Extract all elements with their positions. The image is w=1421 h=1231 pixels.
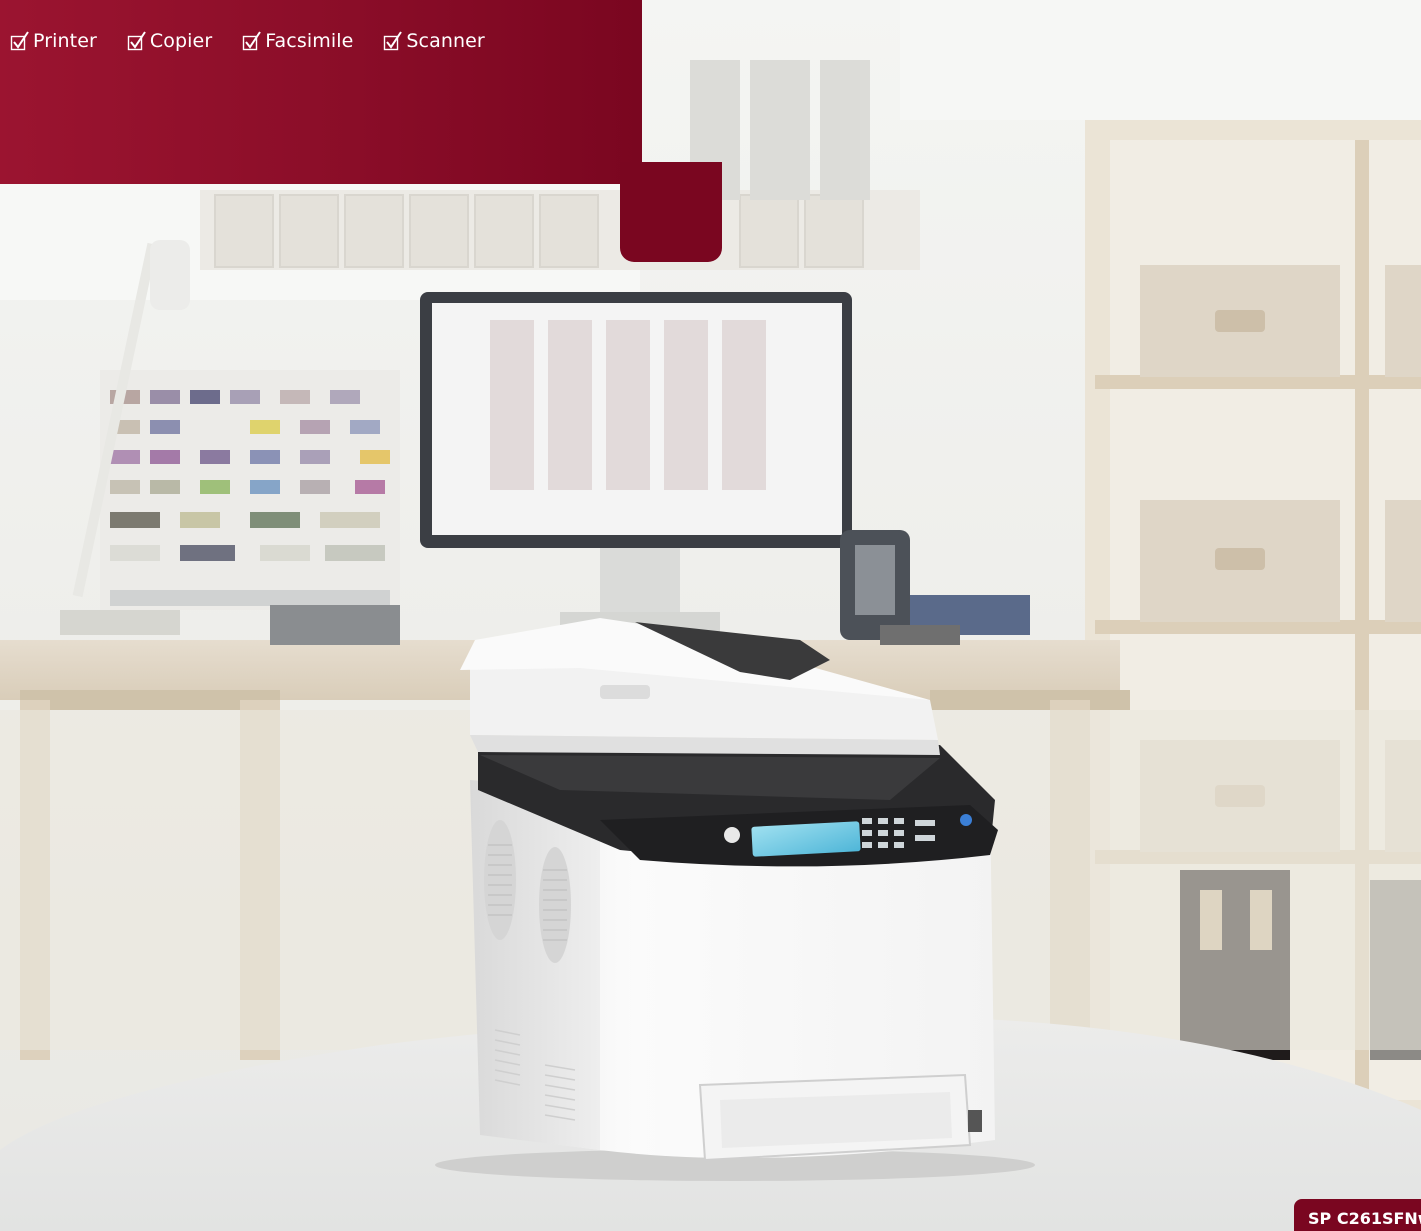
brochure-cover: Printer Copier Facsimile Scanner SP C261…: [0, 0, 1421, 1231]
header-tab-extension: [620, 162, 722, 262]
checkbox-checked-icon: [242, 31, 262, 51]
checkbox-checked-icon: [383, 31, 403, 51]
header-tab-notch: [620, 184, 642, 198]
checkbox-checked-icon: [127, 31, 147, 51]
model-name: SP C261SFNw: [1308, 1209, 1421, 1228]
model-tag: SP C261SFNw: [1294, 1199, 1421, 1231]
feature-facsimile: Facsimile: [242, 30, 353, 52]
feature-label: Facsimile: [265, 30, 354, 52]
feature-label: Scanner: [406, 30, 485, 52]
feature-label: Copier: [149, 30, 213, 52]
feature-copier: Copier: [127, 30, 212, 52]
feature-label: Printer: [33, 30, 97, 52]
checkbox-checked-icon: [10, 31, 30, 51]
feature-scanner: Scanner: [383, 30, 485, 52]
feature-printer: Printer: [10, 30, 97, 52]
feature-list: Printer Copier Facsimile Scanner: [10, 26, 485, 56]
